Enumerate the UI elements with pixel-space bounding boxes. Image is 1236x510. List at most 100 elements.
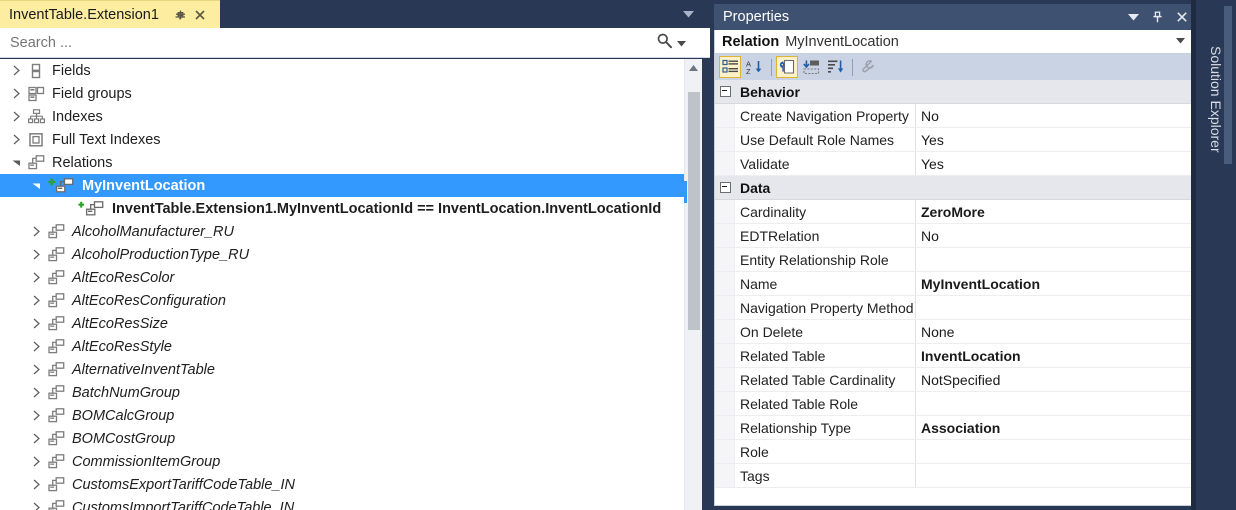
property-row[interactable]: Use Default Role Names Yes <box>715 128 1193 152</box>
property-category-row[interactable]: Behavior <box>715 80 1193 104</box>
property-value-cell[interactable]: MyInventLocation <box>916 272 1193 295</box>
tree-item[interactable]: CustomsExportTariffCodeTable_IN <box>0 473 684 496</box>
tree-item[interactable]: AltEcoResSize <box>0 312 684 335</box>
tree-item[interactable]: Field groups <box>0 82 684 105</box>
property-value-cell[interactable] <box>916 248 1193 271</box>
property-value-cell[interactable]: ZeroMore <box>916 200 1193 223</box>
search-input[interactable] <box>8 30 612 55</box>
close-icon[interactable] <box>1173 7 1190 27</box>
tree-item[interactable]: AlcoholManufacturer_RU <box>0 220 684 243</box>
expander-collapsed-icon[interactable] <box>28 312 45 335</box>
tree-item[interactable]: AlternativeInventTable <box>0 358 684 381</box>
property-value-cell[interactable] <box>916 440 1193 463</box>
tree-item[interactable]: MyInventLocation <box>0 174 684 197</box>
property-value-cell[interactable]: Yes <box>916 152 1193 175</box>
expander-collapsed-icon[interactable] <box>8 128 25 151</box>
property-value: No <box>921 227 939 244</box>
property-value-cell[interactable] <box>916 296 1193 319</box>
tree-item[interactable]: AltEcoResStyle <box>0 335 684 358</box>
close-icon[interactable] <box>191 5 210 24</box>
property-row[interactable]: Relationship Type Association <box>715 416 1193 440</box>
expander-collapsed-icon[interactable] <box>28 266 45 289</box>
expander-collapsed-icon[interactable] <box>28 335 45 358</box>
property-value-cell[interactable]: Association <box>916 416 1193 439</box>
scrollbar-thumb[interactable] <box>688 92 700 330</box>
tree-item[interactable]: Indexes <box>0 105 684 128</box>
expander-collapsed-icon[interactable] <box>28 243 45 266</box>
expander-collapsed-icon[interactable] <box>8 105 25 128</box>
search-icon[interactable] <box>656 32 673 54</box>
expander-collapsed-icon[interactable] <box>28 381 45 404</box>
add-property-icon[interactable] <box>800 56 822 78</box>
tree-item[interactable]: AltEcoResColor <box>0 266 684 289</box>
properties-object-selector[interactable]: Relation MyInventLocation <box>714 30 1194 54</box>
expander-collapsed-icon[interactable] <box>28 358 45 381</box>
property-category-row[interactable]: Data <box>715 176 1193 200</box>
sort-list-icon[interactable] <box>824 56 846 78</box>
property-row[interactable]: Navigation Property Method <box>715 296 1193 320</box>
property-value-cell[interactable]: No <box>916 104 1193 127</box>
tree-item[interactable]: CommissionItemGroup <box>0 450 684 473</box>
expander-collapsed-icon[interactable] <box>28 496 45 510</box>
property-row[interactable]: Role <box>715 440 1193 464</box>
property-value-cell[interactable]: NotSpecified <box>916 368 1193 391</box>
properties-page-icon[interactable] <box>776 56 798 78</box>
tree-item[interactable]: CustomsImportTariffCodeTable_IN <box>0 496 684 510</box>
tree-vertical-scrollbar[interactable] <box>684 59 702 510</box>
expander-collapsed-icon[interactable] <box>28 404 45 427</box>
property-value-cell[interactable]: No <box>916 224 1193 247</box>
property-row[interactable]: Related Table Cardinality NotSpecified <box>715 368 1193 392</box>
document-tab-inventtable-extension1[interactable]: InventTable.Extension1 <box>0 0 220 28</box>
property-row[interactable]: Entity Relationship Role <box>715 248 1193 272</box>
tree-item[interactable]: Fields <box>0 59 684 82</box>
tab-overflow-chevron-down-icon[interactable] <box>680 7 696 21</box>
property-value-cell[interactable]: InventLocation <box>916 344 1193 367</box>
expander-collapsed-icon[interactable] <box>28 427 45 450</box>
property-value-cell[interactable] <box>916 464 1193 487</box>
property-value-cell[interactable]: None <box>916 320 1193 343</box>
tree-item[interactable]: Full Text Indexes <box>0 128 684 151</box>
toolbar-separator <box>852 58 853 76</box>
property-value-cell[interactable] <box>916 392 1193 415</box>
property-row[interactable]: On Delete None <box>715 320 1193 344</box>
categorized-icon[interactable] <box>719 56 741 78</box>
property-row[interactable]: Related Table InventLocation <box>715 344 1193 368</box>
expander-collapsed-icon[interactable] <box>8 59 25 82</box>
expander-expanded-icon[interactable] <box>8 151 25 174</box>
category-collapse-icon[interactable] <box>715 80 735 103</box>
property-row[interactable]: Validate Yes <box>715 152 1193 176</box>
window-menu-chevron-down-icon[interactable] <box>1125 7 1142 27</box>
expander-collapsed-icon[interactable] <box>28 450 45 473</box>
search-options-chevron-down-icon[interactable] <box>677 34 686 52</box>
property-name: On Delete <box>740 323 804 340</box>
expander-collapsed-icon[interactable] <box>28 473 45 496</box>
tree-item[interactable]: BOMCostGroup <box>0 427 684 450</box>
expander-expanded-icon[interactable] <box>28 174 45 197</box>
wrench-icon[interactable] <box>857 56 879 78</box>
property-row[interactable]: Tags <box>715 464 1193 488</box>
sort-alpha-icon[interactable]: A Z <box>743 56 765 78</box>
category-collapse-icon[interactable] <box>715 176 735 199</box>
tree-item[interactable]: AltEcoResConfiguration <box>0 289 684 312</box>
property-row[interactable]: Create Navigation Property No <box>715 104 1193 128</box>
tree-item[interactable]: BatchNumGroup <box>0 381 684 404</box>
expander-collapsed-icon[interactable] <box>28 220 45 243</box>
property-row[interactable]: Related Table Role <box>715 392 1193 416</box>
pin-icon[interactable] <box>1149 7 1166 27</box>
tree-item[interactable]: AlcoholProductionType_RU <box>0 243 684 266</box>
metadata-tree[interactable]: Fields Field groups Indexes Full Text Index… <box>0 59 684 510</box>
solution-explorer-docked-tab[interactable]: Solution Explorer <box>1198 0 1236 510</box>
properties-grid[interactable]: Behavior Create Navigation Property No Use … <box>714 80 1194 506</box>
tree-item[interactable]: Relations <box>0 151 684 174</box>
property-row[interactable]: Cardinality ZeroMore <box>715 200 1193 224</box>
pin-icon[interactable] <box>171 5 190 24</box>
expander-collapsed-icon[interactable] <box>28 289 45 312</box>
object-selector-chevron-down-icon[interactable] <box>1174 35 1186 47</box>
property-value-cell[interactable]: Yes <box>916 128 1193 151</box>
scroll-up-arrow-icon[interactable] <box>685 59 702 76</box>
expander-collapsed-icon[interactable] <box>8 82 25 105</box>
tree-item[interactable]: InventTable.Extension1.MyInventLocationI… <box>0 197 684 220</box>
tree-item[interactable]: BOMCalcGroup <box>0 404 684 427</box>
property-row[interactable]: Name MyInventLocation <box>715 272 1193 296</box>
property-row[interactable]: EDTRelation No <box>715 224 1193 248</box>
